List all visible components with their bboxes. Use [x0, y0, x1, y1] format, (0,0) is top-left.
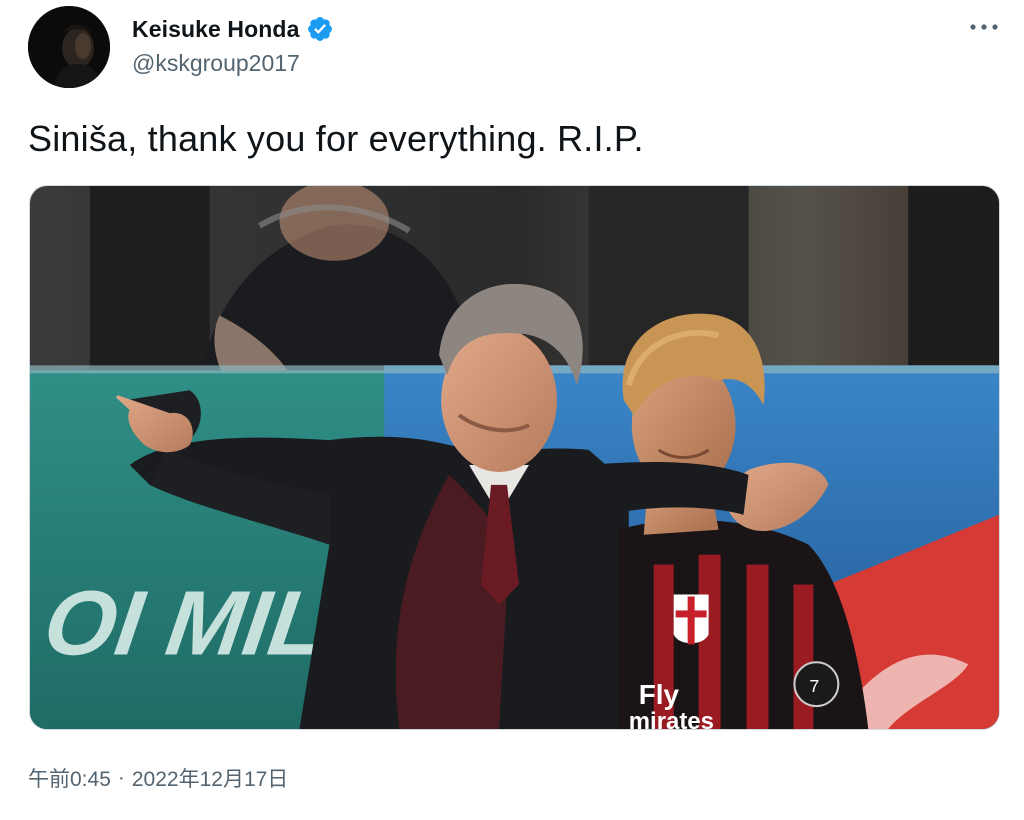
- ellipsis-icon: [970, 24, 998, 30]
- tweet-text: Siniša, thank you for everything. R.I.P.: [28, 118, 644, 159]
- author-handle[interactable]: @kskgroup2017: [132, 50, 300, 77]
- avatar[interactable]: [28, 6, 110, 88]
- svg-text:Fly: Fly: [639, 679, 680, 710]
- tweet-photo[interactable]: E OI MILANO 7: [29, 185, 1000, 730]
- timestamp-separator: ·: [117, 766, 125, 789]
- more-options-button[interactable]: [966, 12, 1002, 42]
- tweet-card: Keisuke Honda @kskgroup2017 Siniša, than…: [0, 0, 1024, 820]
- profile-photo-icon: [28, 6, 110, 88]
- photo-image: E OI MILANO 7: [30, 186, 999, 729]
- tweet-timestamp: 午前0:45 · 2022年12月17日: [28, 763, 288, 793]
- svg-text:7: 7: [809, 676, 819, 696]
- tweet-date-link[interactable]: 2022年12月17日: [132, 763, 288, 793]
- svg-text:mirates: mirates: [629, 708, 714, 729]
- display-name[interactable]: Keisuke Honda: [132, 16, 299, 43]
- tweet-time-link[interactable]: 午前0:45: [28, 763, 111, 793]
- author-name-row: Keisuke Honda: [132, 14, 334, 44]
- verified-badge-icon: [306, 15, 334, 43]
